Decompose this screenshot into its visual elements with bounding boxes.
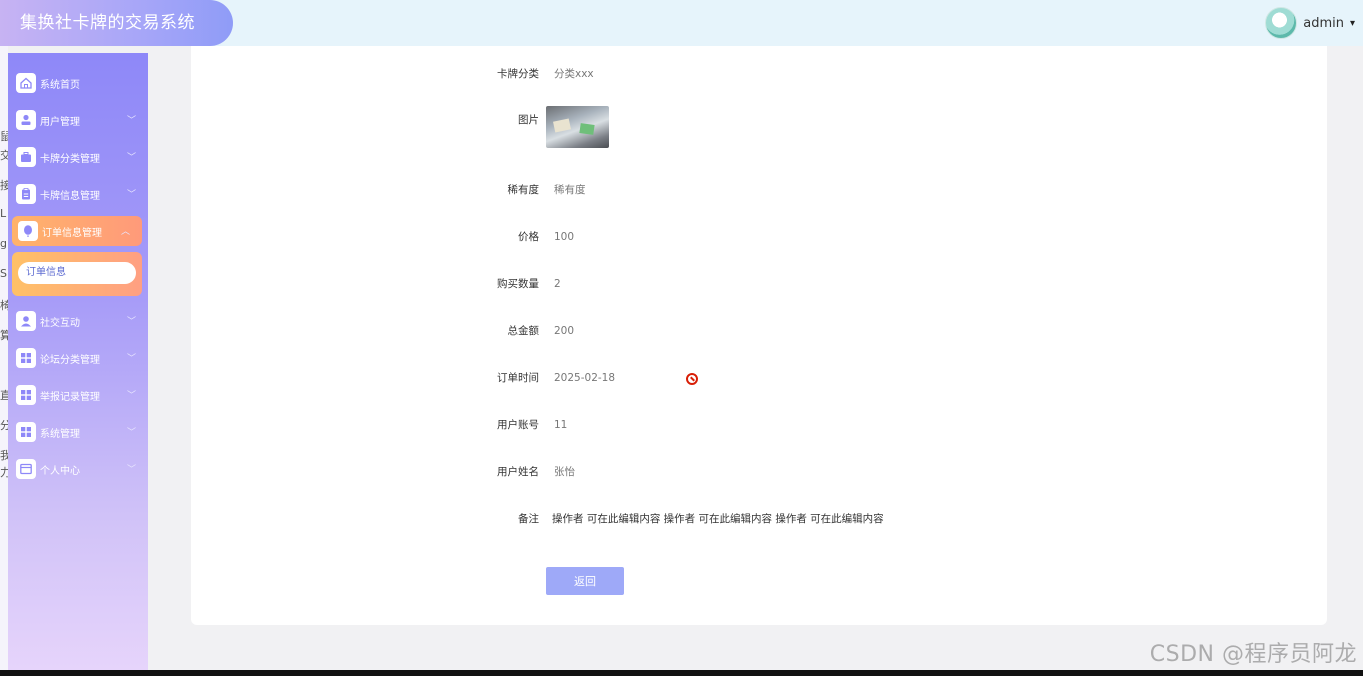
chevron-down-icon: ﹀ xyxy=(126,391,136,401)
sidebar-item-card-category[interactable]: 卡牌分类管理 ﹀ xyxy=(8,142,148,172)
sidebar-item-label: 用户管理 xyxy=(40,116,80,128)
field-quantity: 购买数量 2 xyxy=(191,274,1327,294)
field-value: 分类xxx xyxy=(554,68,594,80)
edge-glyph: L xyxy=(0,207,7,220)
not-allowed-icon xyxy=(686,373,698,385)
bottom-bar xyxy=(0,670,1363,676)
sidebar-item-label: 社交互动 xyxy=(40,317,80,329)
edge-glyph: 交 xyxy=(0,149,8,162)
field-value: 操作者 可在此编辑内容 操作者 可在此编辑内容 操作者 可在此编辑内容 xyxy=(552,513,884,525)
chevron-down-icon: ﹀ xyxy=(126,428,136,438)
sidebar: 系统首页 用户管理 ﹀ 卡牌分类管理 ﹀ 卡牌信息管理 ﹀ 订单信息管理 ︿ 订… xyxy=(8,53,148,670)
field-value: 200 xyxy=(554,325,575,337)
field-value: 100 xyxy=(554,231,575,243)
sidebar-item-label: 个人中心 xyxy=(40,465,80,477)
user-menu[interactable]: admin ▾ xyxy=(1265,4,1355,42)
sidebar-item-report-records[interactable]: 举报记录管理 ﹀ xyxy=(8,380,148,410)
field-total-amount: 总金额 200 xyxy=(191,321,1327,341)
field-label: 总金额 xyxy=(507,325,540,337)
edge-glyph: 我 xyxy=(0,449,8,462)
edge-glyph: 分 xyxy=(0,419,8,432)
field-value: 张怡 xyxy=(554,466,575,478)
sidebar-item-social[interactable]: 社交互动 ﹀ xyxy=(8,306,148,336)
field-user-account: 用户账号 11 xyxy=(191,415,1327,435)
field-label: 用户姓名 xyxy=(497,466,539,478)
sidebar-item-card-info[interactable]: 卡牌信息管理 ﹀ xyxy=(8,179,148,209)
grid-icon xyxy=(16,348,36,368)
field-label: 卡牌分类 xyxy=(497,68,539,80)
sidebar-item-users[interactable]: 用户管理 ﹀ xyxy=(8,105,148,135)
field-label: 订单时间 xyxy=(497,372,539,384)
app-title: 集换社卡牌的交易系统 xyxy=(0,0,233,46)
sidebar-item-forum-category[interactable]: 论坛分类管理 ﹀ xyxy=(8,343,148,373)
field-label: 价格 xyxy=(518,231,539,243)
edge-glyph: g xyxy=(0,237,7,250)
grid-icon xyxy=(16,385,36,405)
field-rarity: 稀有度 稀有度 xyxy=(191,180,1327,200)
sidebar-item-home[interactable]: 系统首页 xyxy=(8,68,148,98)
sidebar-item-label: 卡牌分类管理 xyxy=(40,153,100,165)
chevron-up-icon: ︿ xyxy=(120,227,130,237)
edge-glyph: 接 xyxy=(0,179,8,192)
field-image: 图片 xyxy=(191,110,1327,130)
field-label: 稀有度 xyxy=(507,184,540,196)
chevron-down-icon: ﹀ xyxy=(126,153,136,163)
field-card-category: 卡牌分类 分类xxx xyxy=(191,64,1327,84)
field-user-name: 用户姓名 张怡 xyxy=(191,462,1327,482)
edge-glyph: S xyxy=(0,267,7,280)
submenu-order: 订单信息 xyxy=(12,252,142,296)
field-label: 备注 xyxy=(518,513,539,525)
sidebar-item-order-info[interactable]: 订单信息管理 ︿ xyxy=(12,216,142,246)
field-value: 稀有度 xyxy=(554,184,586,196)
sidebar-item-label: 卡牌信息管理 xyxy=(40,190,100,202)
sidebar-item-label: 论坛分类管理 xyxy=(40,354,100,366)
card-icon xyxy=(16,459,36,479)
chevron-down-icon: ﹀ xyxy=(126,190,136,200)
chevron-down-icon: ﹀ xyxy=(126,116,136,126)
avatar[interactable] xyxy=(1265,7,1298,39)
field-value: 2 xyxy=(554,278,561,290)
briefcase-icon xyxy=(16,147,36,167)
chevron-down-icon: ﹀ xyxy=(126,317,136,327)
field-value: 11 xyxy=(554,419,568,431)
submenu-item-order-info[interactable]: 订单信息 xyxy=(18,262,136,284)
edge-glyph: 算 xyxy=(0,329,8,342)
sidebar-item-personal-center[interactable]: 个人中心 ﹀ xyxy=(8,454,148,484)
sidebar-item-label: 系统首页 xyxy=(40,79,80,91)
person-icon xyxy=(16,311,36,331)
field-value: 2025-02-18 xyxy=(554,372,616,384)
sidebar-item-label: 系统管理 xyxy=(40,428,80,440)
field-remark: 备注 操作者 可在此编辑内容 操作者 可在此编辑内容 操作者 可在此编辑内容 xyxy=(191,509,1327,529)
grid-icon xyxy=(16,422,36,442)
edge-glyph: 鼠 xyxy=(0,130,8,143)
field-label: 图片 xyxy=(518,114,539,126)
caret-down-icon[interactable]: ▾ xyxy=(1350,18,1355,29)
field-order-time: 订单时间 2025-02-18 xyxy=(191,368,1327,388)
user-icon xyxy=(16,110,36,130)
field-price: 价格 100 xyxy=(191,227,1327,247)
chevron-down-icon: ﹀ xyxy=(126,465,136,475)
sidebar-item-label: 订单信息管理 xyxy=(42,227,102,239)
user-name[interactable]: admin xyxy=(1303,16,1344,31)
watermark: CSDN @程序员阿龙 xyxy=(1149,642,1357,667)
clipboard-icon xyxy=(16,184,36,204)
edge-glyph: 直 xyxy=(0,389,8,402)
sidebar-item-label: 举报记录管理 xyxy=(40,391,100,403)
field-label: 购买数量 xyxy=(497,278,539,290)
top-header: 集换社卡牌的交易系统 admin ▾ xyxy=(0,0,1363,46)
back-button[interactable]: 返回 xyxy=(546,567,624,595)
balloon-icon xyxy=(18,221,38,241)
order-detail-panel: 卡牌分类 分类xxx 图片 稀有度 稀有度 价格 100 购买数量 2 总金额 … xyxy=(191,46,1327,625)
card-image-thumbnail[interactable] xyxy=(546,106,609,148)
sidebar-item-system[interactable]: 系统管理 ﹀ xyxy=(8,417,148,447)
home-icon xyxy=(16,73,36,93)
edge-glyph: 椅 xyxy=(0,299,8,312)
edge-glyph: 力 xyxy=(0,466,8,479)
field-label: 用户账号 xyxy=(497,419,539,431)
chevron-down-icon: ﹀ xyxy=(126,354,136,364)
